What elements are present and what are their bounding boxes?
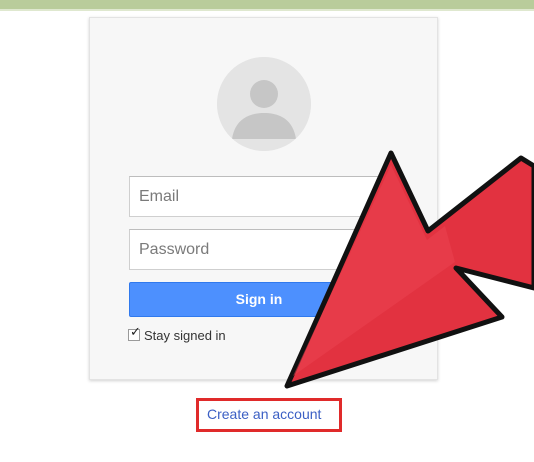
sign-in-button[interactable]: Sign in — [129, 282, 389, 317]
stay-signed-in-checkbox[interactable]: ✓ — [128, 325, 141, 341]
stay-signed-in-option[interactable]: ✓ Stay signed in — [128, 326, 226, 344]
screenshot-stage: Sign in ✓ Stay signed in Create an accou… — [0, 0, 534, 462]
create-account-link[interactable]: Create an account — [207, 406, 321, 422]
top-strip — [0, 0, 534, 9]
stay-signed-in-label: Stay signed in — [144, 327, 226, 343]
top-strip-divider — [0, 9, 534, 11]
checkmark-icon: ✓ — [130, 325, 141, 340]
email-field[interactable] — [129, 176, 389, 217]
password-field[interactable] — [129, 229, 389, 270]
avatar-icon — [217, 57, 311, 151]
